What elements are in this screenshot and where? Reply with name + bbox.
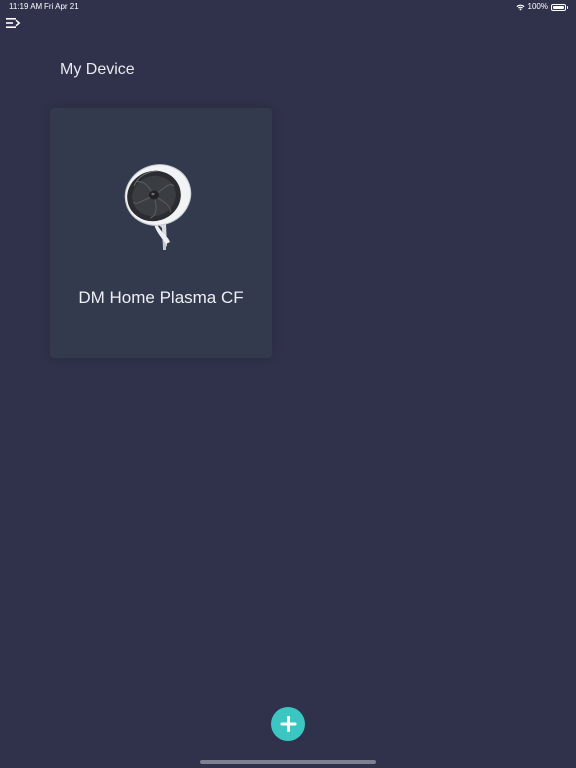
battery-fill [553, 5, 564, 9]
device-name: DM Home Plasma CF [78, 288, 244, 307]
status-time: 11:19 AM [9, 2, 43, 11]
home-indicator[interactable] [200, 760, 376, 764]
app-screen: 11:19 AM Fri Apr 21 100% My Device DM Ho… [0, 0, 576, 768]
plus-icon [280, 716, 297, 732]
menu-icon [6, 18, 21, 28]
battery-icon [551, 3, 568, 11]
add-device-button[interactable] [271, 707, 305, 741]
device-card[interactable]: DM Home Plasma CF [50, 108, 272, 358]
menu-button[interactable] [4, 15, 22, 31]
fan-icon [124, 164, 192, 250]
wifi-icon [516, 4, 525, 10]
status-bar: 11:19 AM Fri Apr 21 100% [0, 0, 576, 14]
status-indicators: 100% [516, 0, 568, 14]
page-title: My Device [60, 61, 135, 78]
status-date: Fri Apr 21 [44, 2, 79, 11]
battery-percent: 100% [527, 2, 548, 11]
